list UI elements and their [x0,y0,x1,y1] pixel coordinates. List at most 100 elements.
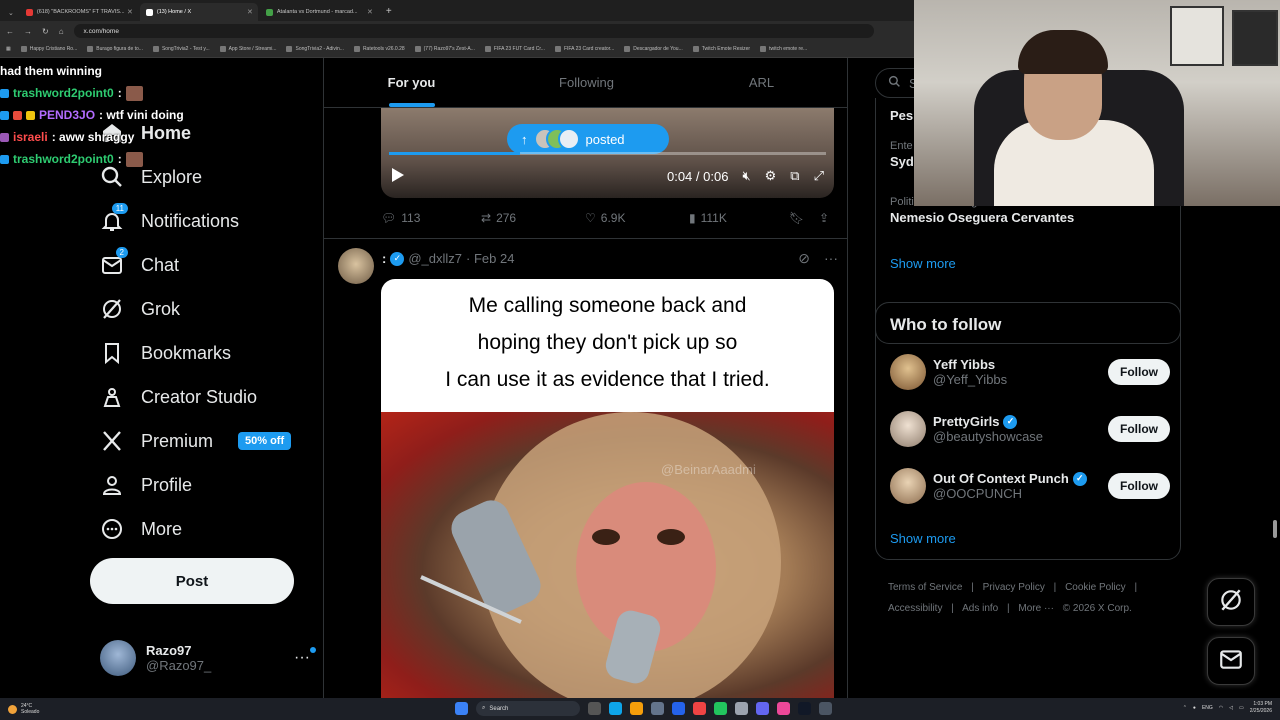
windows-start-icon[interactable] [455,702,468,715]
grok-float-button[interactable] [1207,578,1255,626]
views-button[interactable]: ▮ 111K [689,211,789,225]
bookmark-button[interactable]: 🔖︎ [789,211,819,225]
more-dots-icon[interactable]: ··· [824,250,838,267]
reply-button[interactable]: 💬︎ 113 [381,211,481,225]
browser-tab-active[interactable]: (13) Home / X ✕ [139,3,258,21]
footer-link-ads-info[interactable]: Ads info [962,603,998,614]
follow-suggestion[interactable]: PrettyGirls ✓ @beautyshowcase Follow [890,409,1170,449]
bookmark-item[interactable]: twitch emote re... [760,46,807,52]
app-icon[interactable] [798,702,811,715]
like-button[interactable]: ♡ 6.9K [585,211,689,225]
taskbar-search[interactable]: ⌕ Search [476,701,580,716]
back-icon[interactable]: ← [6,27,14,36]
footer-link-privacy[interactable]: Privacy Policy [983,582,1045,593]
file-explorer-icon[interactable] [630,702,643,715]
tweet-author-name[interactable]: : [382,251,386,266]
play-icon[interactable] [391,167,405,186]
post-button[interactable]: Post [90,558,294,604]
close-tab-icon[interactable]: ✕ [367,8,373,16]
follow-button[interactable]: Follow [1108,473,1170,499]
bookmark-item[interactable]: FIFA 23 FUT Card Cr... [484,46,545,52]
close-tab-icon[interactable]: ✕ [127,8,133,16]
mail-app-icon[interactable] [672,702,685,715]
tab-list-chevron-icon[interactable]: ⌄ [8,9,14,17]
battery-icon[interactable]: ▭ [1239,705,1244,711]
sidebar-item-more[interactable]: More [100,514,182,544]
show-more-trends-link[interactable]: Show more [890,256,956,271]
bookmark-item[interactable]: Happy Cristiano Ro... [20,46,77,52]
follow-suggestion[interactable]: Yeff Yibbs @Yeff_Yibbs Follow [890,352,1170,392]
bookmark-item[interactable]: FIFA 23 Card creator... [554,46,614,52]
tray-mic-icon[interactable]: ● [1193,705,1196,711]
obs-icon[interactable] [735,702,748,715]
bookmark-item[interactable]: Ratetools v26.0.28 [353,46,405,52]
share-button[interactable]: ⇪ [819,211,829,225]
sidebar-item-grok[interactable]: Grok [100,294,180,324]
wifi-icon[interactable]: ◠ [1219,705,1223,711]
tweet-media[interactable]: Me calling someone back and hoping they … [381,279,834,698]
follow-button[interactable]: Follow [1108,416,1170,442]
sidebar-item-creator-studio[interactable]: Creator Studio [100,382,257,412]
volume-icon[interactable]: ◁ [1229,705,1233,711]
fullscreen-icon[interactable]: ⤢ [814,168,824,184]
home-button-icon[interactable]: ⌂ [59,27,64,36]
url-input[interactable]: x.com/home [73,24,874,38]
task-view-icon[interactable] [588,702,601,715]
close-tab-icon[interactable]: ✕ [247,8,253,16]
bookmark-item[interactable]: SongTrivia2 - Adivin... [286,46,344,52]
settings-gear-icon[interactable]: ⚙ [765,168,777,184]
sidebar-item-chat[interactable]: 2 Chat [100,247,179,280]
language-indicator[interactable]: ENG [1202,705,1213,711]
grok-icon[interactable]: ⊘ [798,250,810,267]
mute-icon[interactable]: 🔇︎ [742,168,750,184]
bookmark-item[interactable]: App Store / Streami... [219,46,276,52]
bookmark-item[interactable]: Descargador de You... [624,46,683,52]
browser-tab[interactable]: Atalanta vs Dortmund - marcad... ✕ [260,3,378,21]
tweet-author-handle[interactable]: @_dxllz7 [408,251,462,266]
clock[interactable]: 1:03 PM 2/25/2026 [1250,701,1272,715]
footer-link-cookies[interactable]: Cookie Policy [1065,582,1126,593]
footer-link-terms[interactable]: Terms of Service [888,582,962,593]
weather-widget[interactable]: 24°C Soleado [0,703,39,715]
app-icon[interactable] [819,702,832,715]
edge-icon[interactable] [609,702,622,715]
reload-icon[interactable]: ↻ [42,27,49,36]
forward-icon[interactable]: → [24,27,32,36]
avatar[interactable] [338,248,374,284]
sidebar-item-bookmarks[interactable]: Bookmarks [100,338,231,368]
new-tab-icon[interactable]: + [386,3,392,21]
bookmark-item[interactable]: Burago figura de to... [87,46,143,52]
tab-following[interactable]: Following [499,58,674,107]
trend-item[interactable]: Pes [890,106,913,123]
browser-tab[interactable]: (618) "BACKROOMS" FT TRAVIS... ✕ [20,3,138,21]
bookmark-item[interactable]: (77) Razo97's Zest-A... [414,46,475,52]
tray-chevron-icon[interactable]: ⌃ [1183,705,1187,711]
messages-float-button[interactable] [1207,637,1255,685]
scrollbar-thumb[interactable] [1273,520,1277,538]
tab-arl[interactable]: ARL [674,58,847,107]
account-switcher[interactable]: Razo97 @Razo97_ ··· [100,638,316,678]
show-more-follow-link[interactable]: Show more [890,531,956,546]
picture-in-picture-icon[interactable]: ⧉ [790,168,799,184]
tab-for-you[interactable]: For you [324,58,499,107]
sidebar-item-premium[interactable]: Premium 50% off [100,426,292,456]
store-icon[interactable] [651,702,664,715]
apps-grid-icon[interactable]: ▦ [6,46,11,52]
repost-button[interactable]: ⇄ 276 [481,211,585,225]
sidebar-item-notifications[interactable]: 11 Notifications [100,203,239,236]
discord-icon[interactable] [756,702,769,715]
video-progress-bar[interactable] [389,152,826,155]
video-player[interactable]: ↑ posted 0:04 / 0:06 🔇︎ ⚙ ⧉ ⤢ [381,108,834,198]
tweet-date[interactable]: · Feb 24 [466,251,514,266]
new-posts-pill[interactable]: ↑ posted [507,124,669,154]
spotify-icon[interactable] [714,702,727,715]
follow-suggestion[interactable]: Out Of Context Punch ✓ @OOCPUNCH Follow [890,466,1170,506]
chrome-icon[interactable] [693,702,706,715]
bookmark-item[interactable]: Twitch Emote Resizer [692,46,750,52]
music-icon[interactable] [777,702,790,715]
more-dots-icon[interactable]: ··· [294,647,316,667]
footer-link-accessibility[interactable]: Accessibility [888,603,942,614]
bookmark-item[interactable]: SongTrivia2 - Test y... [152,46,210,52]
follow-button[interactable]: Follow [1108,359,1170,385]
sidebar-item-profile[interactable]: Profile [100,470,192,500]
